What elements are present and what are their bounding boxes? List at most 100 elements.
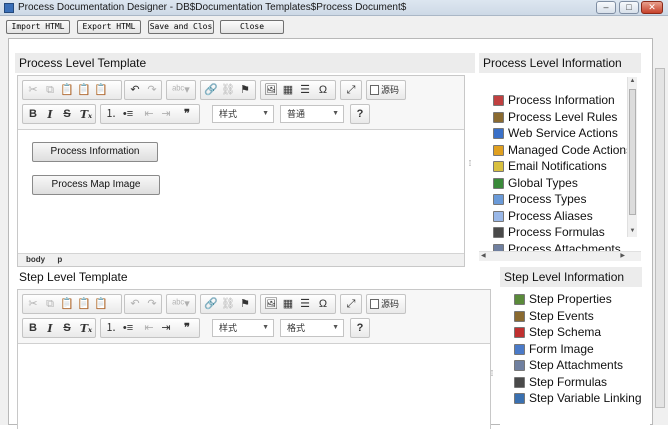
process-map-image-button[interactable]: Process Map Image [32,175,160,195]
format-combo[interactable]: 普通 ▼ [280,105,344,123]
save-and-close-button[interactable]: Save and Clos [148,20,214,34]
bold-icon[interactable]: B [25,321,41,336]
anchor-flag-icon[interactable]: ⚑ [237,83,253,98]
close-window-button[interactable]: ✕ [641,1,663,14]
format-combo[interactable]: 格式 ▼ [280,319,344,337]
numbered-list-icon[interactable]: ⒈ [103,107,119,122]
horizontal-line-icon[interactable]: ☰ [297,297,313,312]
process-info-item[interactable]: Web Service Actions [493,125,632,142]
path-body[interactable]: body [26,255,45,264]
help-button[interactable]: ? [352,107,368,122]
maximize-editor-icon[interactable]: ⤢ [343,83,359,98]
step-vertical-splitter[interactable]: ⁞ [489,369,495,389]
vertical-splitter[interactable]: ⁞ [467,159,473,179]
maximize-button[interactable]: □ [619,1,639,14]
step-info-item[interactable]: Step Schema [514,324,642,341]
bulleted-list-icon[interactable]: •≡ [120,107,136,122]
scroll-right-icon[interactable]: ▶ [620,252,625,259]
table-icon[interactable]: ▦ [280,297,296,312]
redo-icon[interactable]: ↷ [144,83,160,98]
remove-format-icon[interactable]: Tₓ [78,107,94,122]
anchor-flag-icon[interactable]: ⚑ [237,297,253,312]
minimize-button[interactable]: – [596,1,616,14]
image-icon[interactable]: 🖼 [263,297,279,312]
horizontal-line-icon[interactable]: ☰ [297,83,313,98]
image-icon[interactable]: 🖼 [263,83,279,98]
bold-icon[interactable]: B [25,107,41,122]
process-info-item[interactable]: Managed Code Actions [493,142,632,159]
paste-word-icon[interactable]: 📋 [93,83,109,98]
undo-icon[interactable]: ↶ [127,297,143,312]
step-info-item[interactable]: Step Properties [514,291,642,308]
step-info-item[interactable]: Step Formulas [514,374,642,391]
spellcheck-icon[interactable]: ᵃᵇᶜ▾ [169,83,193,98]
close-button[interactable]: Close [220,20,284,34]
unlink-icon[interactable]: ⛓ [220,83,236,98]
spellcheck-icon[interactable]: ᵃᵇᶜ▾ [169,297,193,312]
main-vscroll[interactable] [654,38,666,425]
step-info-item[interactable]: Step Events [514,308,642,325]
process-info-item[interactable]: Process Information [493,92,632,109]
scroll-left-icon[interactable]: ◀ [481,252,486,259]
special-char-icon[interactable]: Ω [315,297,331,312]
cut-icon[interactable]: ✂ [25,297,41,312]
process-info-item[interactable]: Process Attachments [493,241,632,251]
paste-icon[interactable]: 📋 [59,83,75,98]
undo-icon[interactable]: ↶ [127,83,143,98]
bulleted-list-icon[interactable]: •≡ [120,321,136,336]
step-info-item[interactable]: Step Variable Linking [514,390,642,407]
blockquote-icon[interactable]: ❞ [179,107,195,122]
process-info-item[interactable]: Process Types [493,191,632,208]
indent-icon[interactable]: ⇥ [158,107,174,122]
copy-icon[interactable]: ⧉ [42,297,58,312]
paste-text-icon[interactable]: 📋 [76,83,92,98]
process-info-item[interactable]: Process Level Rules [493,109,632,126]
main-scroll-thumb[interactable] [655,68,665,408]
cut-icon[interactable]: ✂ [25,83,41,98]
maximize-editor-icon[interactable]: ⤢ [343,297,359,312]
step-info-item[interactable]: Form Image [514,341,642,358]
path-p[interactable]: p [57,255,62,264]
italic-icon[interactable]: I [42,321,58,336]
strike-icon[interactable]: S [59,321,75,336]
process-info-item[interactable]: Email Notifications [493,158,632,175]
paste-word-icon[interactable]: 📋 [93,297,109,312]
numbered-list-icon[interactable]: ⒈ [103,321,119,336]
italic-icon[interactable]: I [42,107,58,122]
paste-text-icon[interactable]: 📋 [76,297,92,312]
paste-icon[interactable]: 📋 [59,297,75,312]
outdent-icon[interactable]: ⇤ [141,321,157,336]
outdent-icon[interactable]: ⇤ [141,107,157,122]
process-info-hscroll[interactable]: ◀ ▶ [479,251,641,261]
remove-format-icon[interactable]: Tₓ [78,321,94,336]
style-combo[interactable]: 样式 ▼ [212,319,274,337]
indent-icon[interactable]: ⇥ [158,321,174,336]
process-info-item[interactable]: Process Aliases [493,208,632,225]
strike-icon[interactable]: S [59,107,75,122]
process-information-button[interactable]: Process Information [32,142,158,162]
process-info-item[interactable]: Global Types [493,175,632,192]
scroll-down-icon[interactable]: ▼ [628,227,637,236]
process-info-item-label: Web Service Actions [508,126,618,140]
help-button[interactable]: ? [352,321,368,336]
export-html-button[interactable]: Export HTML [77,20,141,34]
blockquote-icon[interactable]: ❞ [179,321,195,336]
source-button[interactable]: 源码 [366,80,406,100]
link-icon[interactable]: 🔗 [203,83,219,98]
special-char-icon[interactable]: Ω [315,83,331,98]
process-info-item[interactable]: Process Formulas [493,224,632,241]
scroll-up-icon[interactable]: ▲ [628,77,637,86]
table-icon[interactable]: ▦ [280,83,296,98]
redo-icon[interactable]: ↷ [144,297,160,312]
process-template-editor[interactable]: ✂ ⧉ 📋 📋 📋 ↶ ↷ ᵃᵇᶜ▾ 🔗 ⛓ ⚑ 🖼 ▦ ☰ Ω ⤢ 源码 B … [17,75,465,267]
scroll-thumb[interactable] [629,89,636,215]
step-template-editor[interactable]: ✂ ⧉ 📋 📋 📋 ↶ ↷ ᵃᵇᶜ▾ 🔗 ⛓ ⚑ 🖼 ▦ ☰ Ω ⤢ 源码 B … [17,289,491,429]
process-info-vscroll[interactable]: ▲ ▼ [627,77,637,237]
source-button[interactable]: 源码 [366,294,406,314]
step-info-item[interactable]: Step Attachments [514,357,642,374]
unlink-icon[interactable]: ⛓ [220,297,236,312]
copy-icon[interactable]: ⧉ [42,83,58,98]
style-combo[interactable]: 样式 ▼ [212,105,274,123]
link-icon[interactable]: 🔗 [203,297,219,312]
import-html-button[interactable]: Import HTML [6,20,70,34]
